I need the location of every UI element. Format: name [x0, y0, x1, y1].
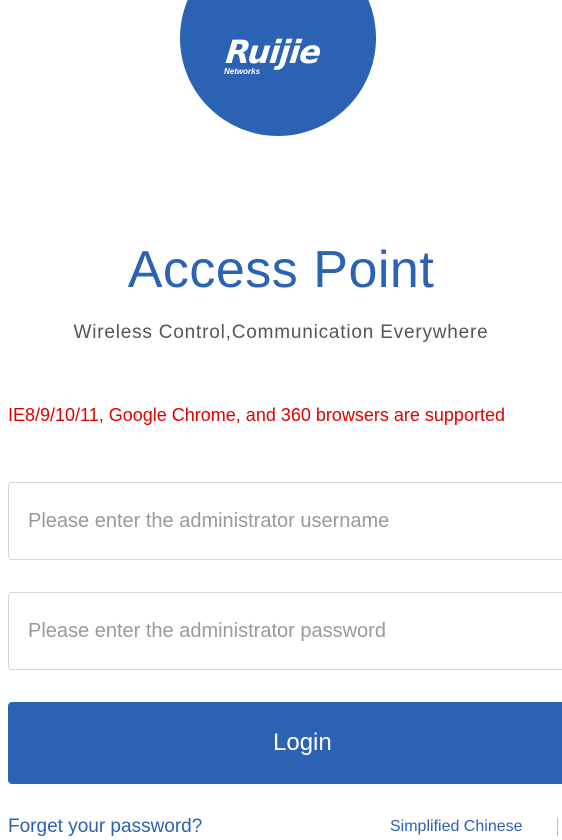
logo-subtext: Networks — [224, 67, 261, 76]
forgot-password-link[interactable]: Forget your password? — [8, 815, 202, 839]
logo-text: Ruijie — [224, 33, 323, 71]
username-input[interactable] — [9, 483, 562, 559]
page-subtitle: Wireless Control,Communication Everywher… — [73, 322, 489, 343]
ruijie-logo: Ruijie Networks — [220, 33, 350, 84]
username-field-container — [8, 482, 562, 560]
login-page: Ruijie Networks Access Point Wireless Co… — [0, 0, 562, 840]
password-input[interactable] — [9, 593, 562, 669]
password-field-container — [8, 592, 562, 670]
language-simplified-chinese-link[interactable]: Simplified Chinese — [390, 816, 523, 838]
login-button[interactable]: Login — [8, 702, 562, 784]
page-title: Access Point — [127, 241, 435, 299]
language-divider — [557, 818, 558, 836]
browser-support-notice: IE8/9/10/11, Google Chrome, and 360 brow… — [8, 405, 505, 425]
